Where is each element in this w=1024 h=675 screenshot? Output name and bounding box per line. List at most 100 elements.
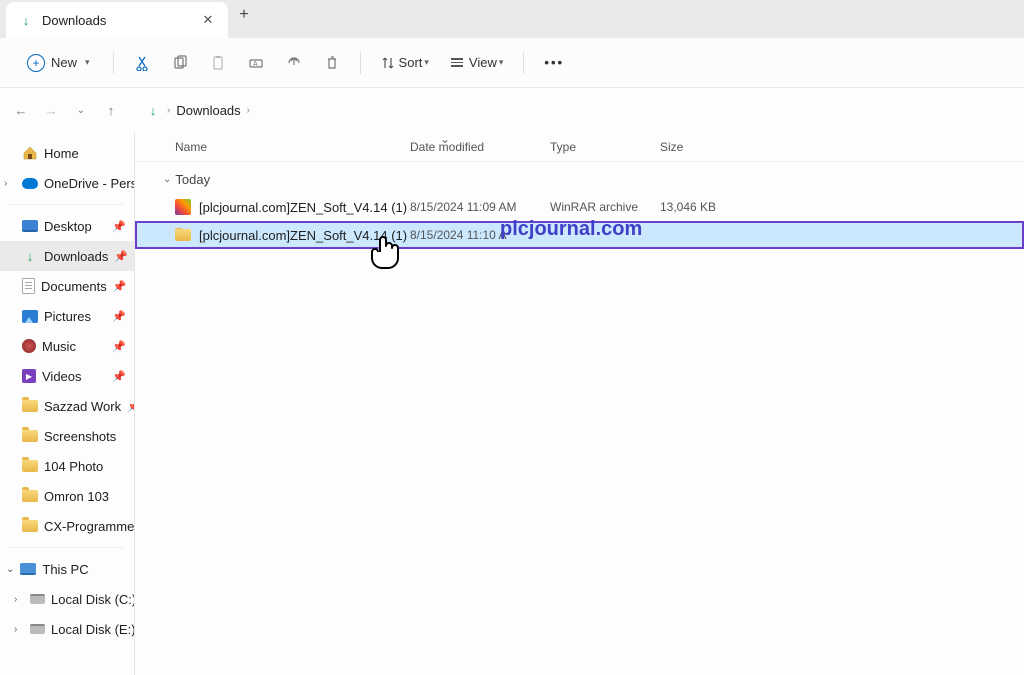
rename-button[interactable]: A [240,47,272,79]
tab-title: Downloads [42,13,192,28]
list-icon [451,58,463,67]
view-button[interactable]: View ▾ [443,47,511,79]
file-date: 8/15/2024 11:09 AM [410,200,550,214]
file-type: WinRAR archive [550,200,660,214]
breadcrumb-separator: › [167,105,170,116]
download-icon: ↓ [22,248,38,264]
chevron-down-icon: ▾ [85,57,90,68]
back-button[interactable]: ← [8,97,34,123]
sidebar-item-folder[interactable]: Screenshots [0,421,134,451]
sidebar-label: This PC [42,562,88,577]
copy-icon [172,55,188,71]
col-size[interactable]: Size [660,140,740,154]
share-button[interactable] [278,47,310,79]
main-area: Home › OneDrive - Perso Desktop 📌 ↓ Down… [0,132,1024,675]
chevron-down-icon: ▾ [424,57,429,68]
breadcrumb-separator: › [247,105,250,116]
col-date[interactable]: Date modified [410,140,550,154]
chevron-right-icon: › [14,624,17,635]
sidebar-item-documents[interactable]: Documents 📌 [0,271,134,301]
sidebar-item-folder[interactable]: CX-Programmer [0,511,134,541]
file-row-archive[interactable]: [plcjournal.com]ZEN_Soft_V4.14 (1) 8/15/… [135,193,1024,221]
sidebar-item-videos[interactable]: ▶ Videos 📌 [0,361,134,391]
sidebar-item-pictures[interactable]: Pictures 📌 [0,301,134,331]
nav-row: ← → ⌄ ↑ ↓ › Downloads › [0,88,1024,132]
sidebar-item-folder[interactable]: 104 Photo [0,451,134,481]
file-name: [plcjournal.com]ZEN_Soft_V4.14 (1) [199,200,407,215]
document-icon [22,278,35,294]
recent-button[interactable]: ⌄ [68,97,94,123]
chevron-down-icon: ⌄ [6,564,14,575]
sidebar-label: Videos [42,369,82,384]
cloud-icon [22,178,38,189]
sort-button[interactable]: Sort ▾ [373,47,437,79]
file-list: Name Date modified Type Size ⌄ Today [pl… [135,132,1024,675]
group-today[interactable]: ⌄ Today [135,162,1024,193]
sidebar-label: Local Disk (E:) [51,622,135,637]
col-type[interactable]: Type [550,140,660,154]
sidebar-label: Screenshots [44,429,116,444]
download-icon: ↓ [18,12,34,28]
sidebar-item-drive-c[interactable]: › Local Disk (C:) [0,584,134,614]
sidebar-label: Home [44,146,79,161]
sidebar-item-drive-e[interactable]: › Local Disk (E:) [0,614,134,644]
sidebar-item-folder[interactable]: Omron 103 [0,481,134,511]
desktop-icon [22,220,38,232]
new-button[interactable]: + New ▾ [16,47,101,79]
delete-button[interactable] [316,47,348,79]
column-headers[interactable]: Name Date modified Type Size [135,132,1024,162]
separator [360,52,361,74]
svg-text:A: A [253,61,258,68]
forward-button[interactable]: → [38,97,64,123]
more-button[interactable]: ••• [536,47,572,79]
sidebar[interactable]: Home › OneDrive - Perso Desktop 📌 ↓ Down… [0,132,135,675]
close-tab-button[interactable]: ✕ [200,12,216,28]
new-label: New [51,55,77,70]
sidebar-label: Omron 103 [44,489,109,504]
cut-button[interactable] [126,47,158,79]
divider [10,204,124,205]
sidebar-item-this-pc[interactable]: ⌄ This PC [0,554,134,584]
chevron-right-icon: › [14,594,17,605]
new-tab-button[interactable]: + [228,6,260,24]
col-name[interactable]: Name [175,140,410,154]
chevron-down-icon: ▾ [499,57,504,68]
sidebar-label: Downloads [44,249,108,264]
sidebar-item-home[interactable]: Home [0,138,134,168]
divider [10,547,124,548]
sidebar-item-desktop[interactable]: Desktop 📌 [0,211,134,241]
separator [113,52,114,74]
rename-icon: A [248,55,264,71]
share-icon [286,55,302,71]
sidebar-item-downloads[interactable]: ↓ Downloads 📌 [0,241,134,271]
chevron-right-icon: › [4,178,7,189]
pin-icon: 📌 [112,220,126,233]
view-label: View [469,55,497,70]
pin-icon: 📌 [112,340,126,353]
pin-icon: 📌 [113,280,127,293]
music-icon [22,339,36,353]
folder-icon [22,490,38,502]
sidebar-item-onedrive[interactable]: › OneDrive - Perso [0,168,134,198]
file-date: 8/15/2024 11:10 A [410,228,550,242]
copy-button[interactable] [164,47,196,79]
sidebar-item-music[interactable]: Music 📌 [0,331,134,361]
paste-button[interactable] [202,47,234,79]
file-size: 13,046 KB [660,200,740,214]
file-row-folder[interactable]: [plcjournal.com]ZEN_Soft_V4.14 (1) 8/15/… [135,221,1024,249]
trash-icon [324,55,340,71]
sidebar-label: Desktop [44,219,92,234]
tab-downloads[interactable]: ↓ Downloads ✕ [6,2,228,38]
home-icon [22,145,38,161]
scissors-icon [134,55,150,71]
sidebar-item-folder[interactable]: Sazzad Work 📌 [0,391,134,421]
address-bar[interactable]: ↓ › Downloads › [135,102,1024,118]
clipboard-icon [210,55,226,71]
breadcrumb: ↓ › Downloads › [145,102,250,118]
sidebar-label: CX-Programmer [44,519,135,534]
sort-label: Sort [399,55,423,70]
video-icon: ▶ [22,369,36,383]
pin-icon: 📌 [114,250,128,263]
up-button[interactable]: ↑ [98,97,124,123]
breadcrumb-item[interactable]: Downloads [176,103,240,118]
